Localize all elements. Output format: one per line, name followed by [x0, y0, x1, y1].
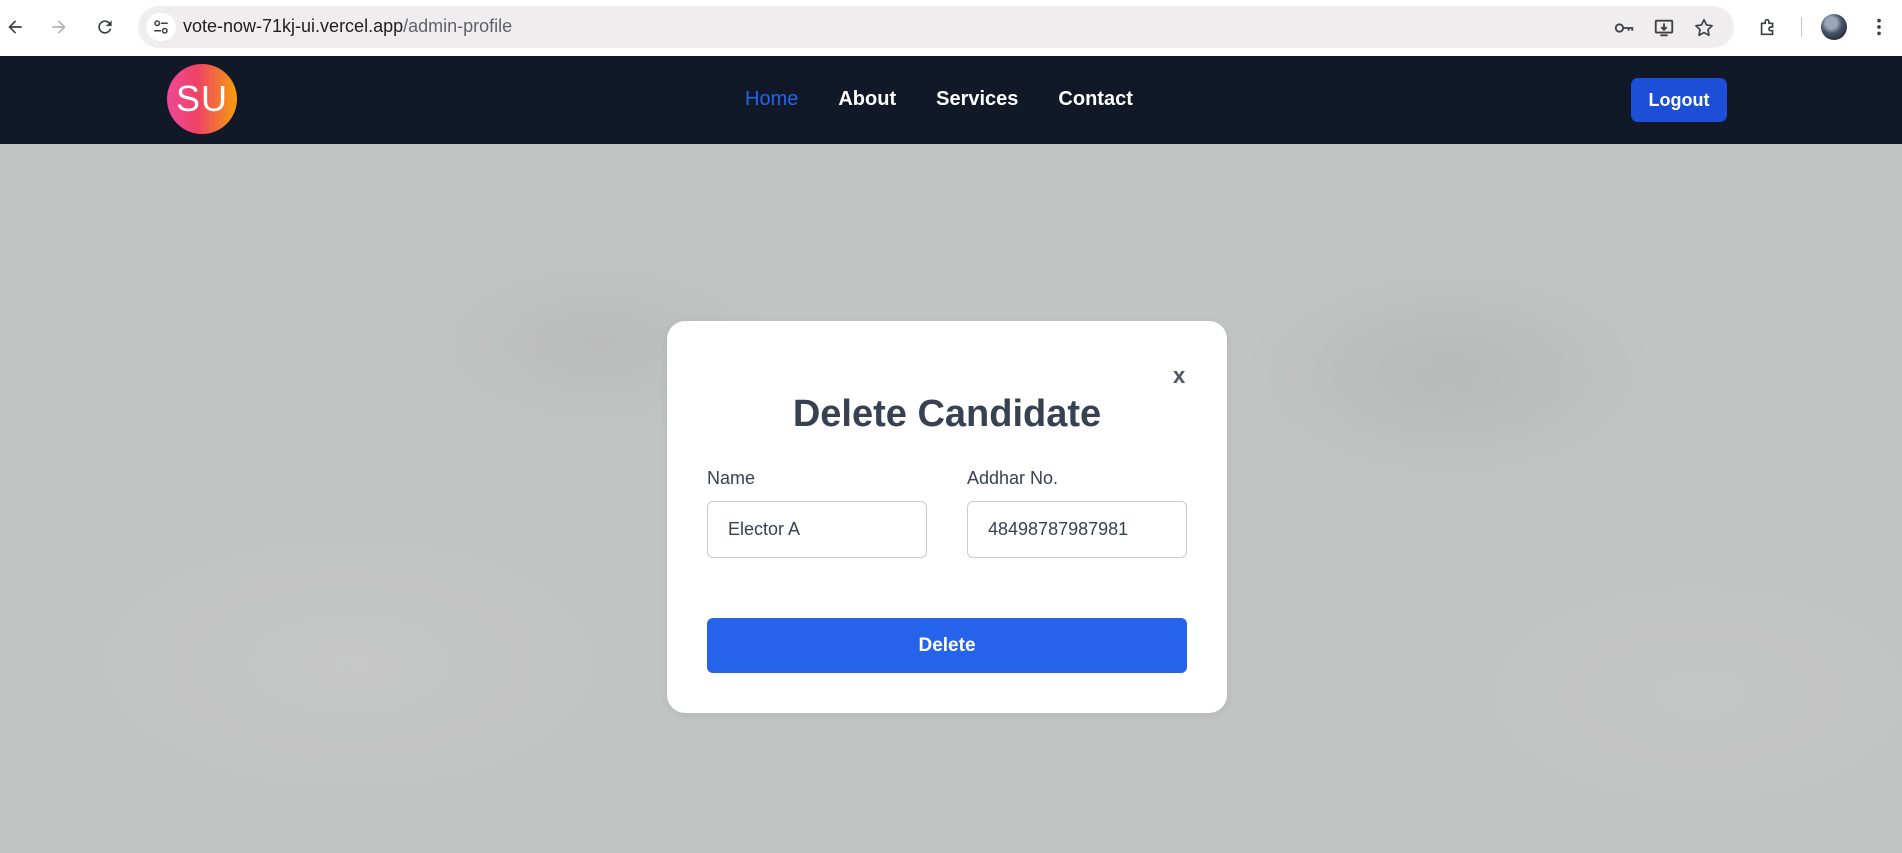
- name-input[interactable]: [707, 501, 927, 558]
- main-nav: Home About Services Contact: [745, 88, 1133, 111]
- reload-icon[interactable]: [90, 13, 120, 41]
- toolbar-divider: [1801, 17, 1802, 37]
- url-path: /admin-profile: [403, 16, 513, 36]
- nav-contact-link[interactable]: Contact: [1058, 88, 1132, 111]
- install-app-icon[interactable]: [1652, 16, 1676, 40]
- address-bar[interactable]: vote-now-71kj-ui.vercel.app/admin-profil…: [138, 6, 1734, 48]
- nav-home-link[interactable]: Home: [745, 88, 798, 111]
- bookmark-star-icon[interactable]: [1692, 16, 1716, 40]
- modal-title: Delete Candidate: [792, 393, 1102, 435]
- nav-services-link[interactable]: Services: [936, 88, 1018, 111]
- more-menu-icon[interactable]: [1866, 14, 1892, 40]
- url-host: vote-now-71kj-ui.vercel.app: [183, 16, 404, 36]
- url-text[interactable]: vote-now-71kj-ui.vercel.app/admin-profil…: [183, 16, 512, 37]
- delete-candidate-modal: x Delete Candidate Name Addhar No. Delet…: [667, 321, 1227, 713]
- password-key-icon[interactable]: [1612, 16, 1636, 40]
- site-settings-icon[interactable]: [146, 13, 176, 41]
- su-logo[interactable]: SU: [167, 64, 237, 134]
- addhar-input[interactable]: [967, 501, 1187, 558]
- addhar-label: Addhar No.: [967, 468, 1059, 488]
- profile-avatar[interactable]: [1821, 14, 1847, 40]
- extensions-icon[interactable]: [1755, 14, 1781, 40]
- back-icon[interactable]: [0, 13, 30, 41]
- browser-toolbar: vote-now-71kj-ui.vercel.app/admin-profil…: [0, 0, 1902, 56]
- logout-button[interactable]: Logout: [1631, 78, 1727, 122]
- site-header: SU Home About Services Contact Logout: [0, 56, 1902, 144]
- nav-about-link[interactable]: About: [838, 88, 896, 111]
- delete-button[interactable]: Delete: [707, 618, 1187, 673]
- forward-icon[interactable]: [44, 13, 74, 41]
- close-icon[interactable]: x: [1173, 363, 1185, 389]
- name-label: Name: [707, 468, 756, 488]
